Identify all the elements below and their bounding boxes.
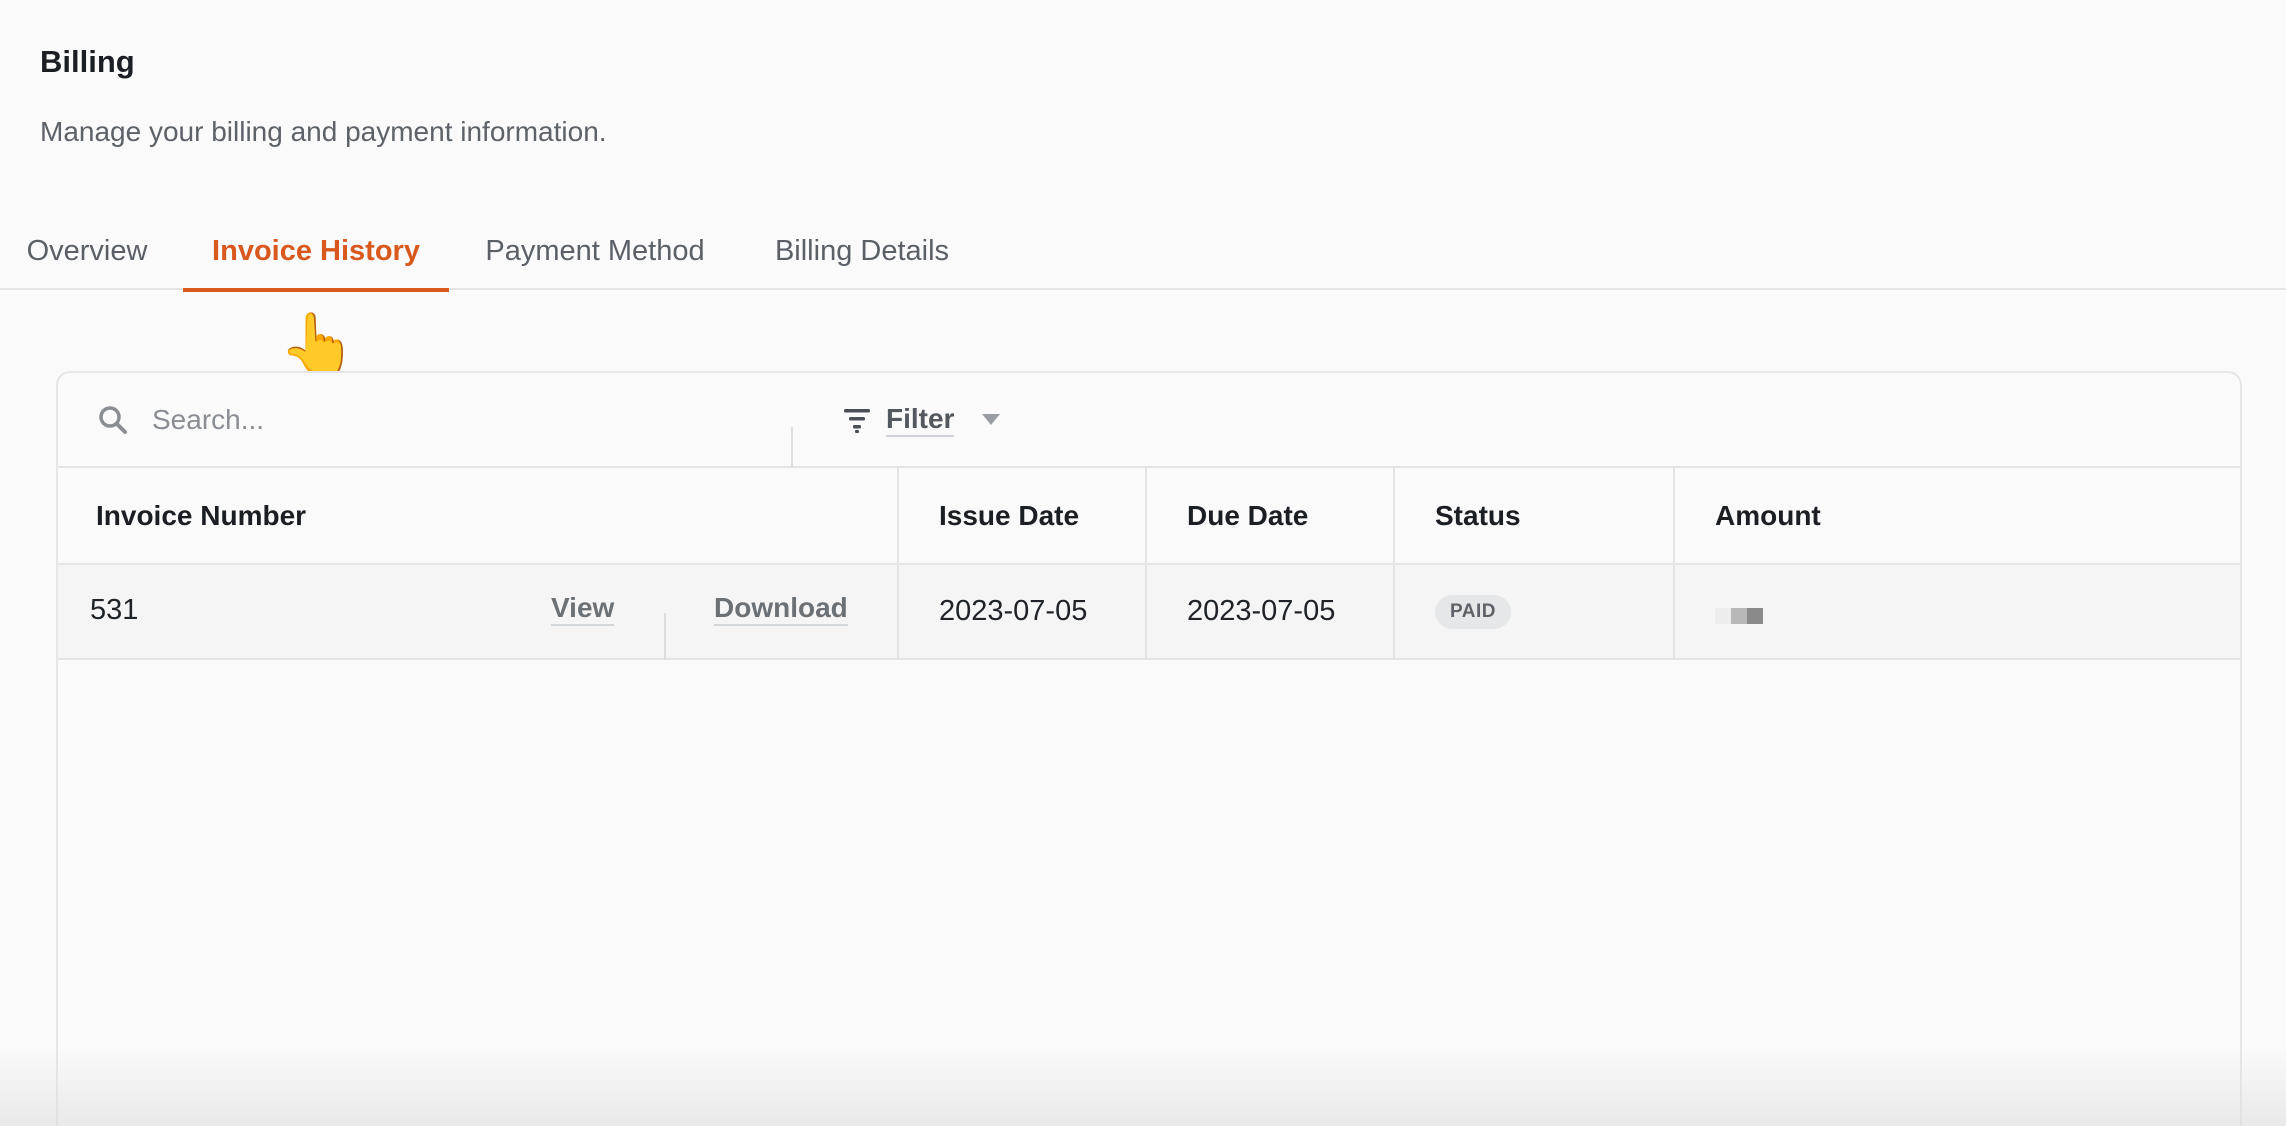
amount-redacted xyxy=(1715,607,1763,624)
amount-cell xyxy=(1673,565,2240,658)
tab-overview[interactable]: Overview xyxy=(0,212,174,290)
column-header-issue-date[interactable]: Issue Date xyxy=(897,468,1145,563)
filter-button[interactable]: Filter xyxy=(842,395,1001,445)
invoice-panel: Filter Invoice Number Issue Date Due Dat… xyxy=(56,371,2242,1126)
view-invoice-link[interactable]: View xyxy=(551,592,615,626)
tab-invoice-history[interactable]: Invoice History xyxy=(183,212,449,292)
column-header-due-date[interactable]: Due Date xyxy=(1145,468,1393,563)
column-header-status[interactable]: Status xyxy=(1393,468,1673,563)
column-header-invoice-number[interactable]: Invoice Number xyxy=(58,468,897,563)
table-toolbar: Filter xyxy=(58,373,2240,468)
row-action-divider xyxy=(664,613,666,660)
filter-icon xyxy=(844,409,870,433)
filter-label: Filter xyxy=(886,403,955,437)
column-header-amount[interactable]: Amount xyxy=(1673,468,2240,563)
page-title: Billing xyxy=(40,44,135,79)
due-date-cell: 2023-07-05 xyxy=(1145,565,1393,658)
table-row[interactable]: 531 View Download 2023-07-05 2023-07-05 … xyxy=(58,565,2240,660)
search-icon xyxy=(99,406,127,434)
status-badge: PAID xyxy=(1435,594,1511,629)
pointer-cursor: 👆 xyxy=(278,310,358,382)
tab-billing-details[interactable]: Billing Details xyxy=(751,212,973,290)
tab-payment-method[interactable]: Payment Method xyxy=(458,212,732,290)
billing-page: Billing Manage your billing and payment … xyxy=(0,0,2286,1126)
tab-bar: Overview Invoice History Payment Method … xyxy=(0,212,2286,292)
issue-date-cell: 2023-07-05 xyxy=(897,565,1145,658)
chevron-down-icon xyxy=(982,414,1001,425)
invoice-number-cell: 531 View Download xyxy=(58,565,897,660)
status-cell: PAID xyxy=(1393,565,1673,658)
table-header: Invoice Number Issue Date Due Date Statu… xyxy=(58,468,2240,565)
page-subtitle: Manage your billing and payment informat… xyxy=(40,116,607,147)
download-invoice-link[interactable]: Download xyxy=(714,592,848,626)
toolbar-divider xyxy=(791,427,793,468)
invoice-number: 531 xyxy=(90,594,139,626)
search-input[interactable] xyxy=(152,397,832,443)
